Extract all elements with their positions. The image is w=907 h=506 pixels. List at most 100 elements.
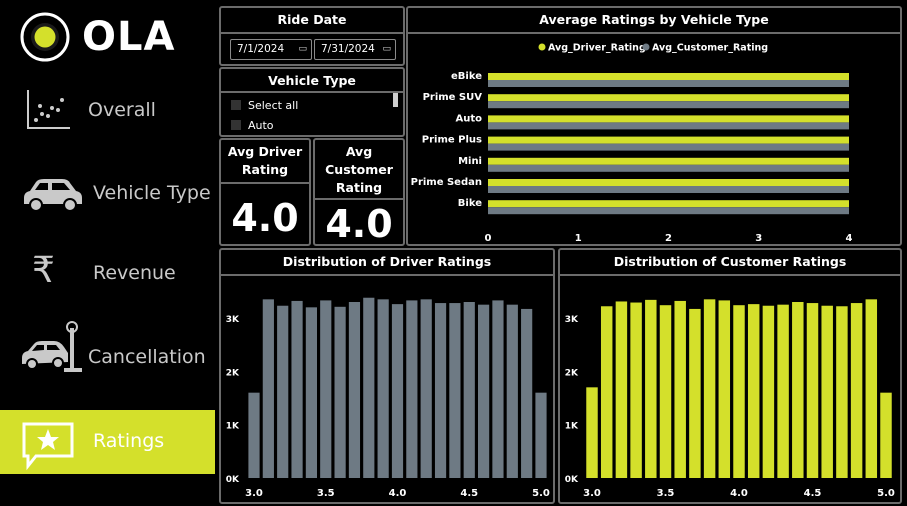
histogram-bar: [478, 304, 490, 478]
histogram-bar: [689, 308, 701, 478]
histogram-bar: [836, 306, 848, 478]
sidebar-item-overall[interactable]: Overall: [0, 80, 217, 146]
histogram-bar: [615, 301, 628, 478]
car-icon: [24, 179, 82, 212]
kpi-title-line: Avg Driver: [227, 144, 303, 159]
scrollbar[interactable]: [393, 93, 398, 107]
x-tick-label: 3.0: [583, 488, 601, 499]
sidebar-item-cancellation[interactable]: Cancellation: [0, 320, 217, 386]
end-date-input[interactable]: 7/31/2024 ▭: [314, 39, 396, 60]
sidebar-item-vehicle-type[interactable]: Vehicle Type: [0, 162, 217, 228]
y-tick-label: 2K: [226, 368, 240, 378]
customer-ratings-distribution-chart: Distribution of Customer Ratings 0K 1K 2K 3…: [558, 248, 902, 504]
checkbox[interactable]: [231, 120, 241, 130]
y-tick-label: 2K: [565, 368, 579, 378]
histogram-bar: [291, 300, 303, 478]
histogram-bar: [406, 300, 418, 478]
option-label: Auto: [248, 119, 274, 132]
histogram-bar: [586, 387, 598, 478]
kpi-value: 4.0: [325, 202, 393, 246]
y-tick-label: 3K: [565, 315, 579, 325]
y-tick-label: 1K: [565, 422, 579, 432]
scatter-chart-icon: [27, 90, 70, 129]
bar-avg-driver-rating: [488, 179, 849, 186]
bar-avg-driver-rating: [488, 136, 849, 144]
x-tick-label: 4.0: [389, 488, 407, 499]
histogram-bar: [747, 304, 760, 478]
histogram-bar: [248, 392, 260, 478]
customer-dist-svg: 0K 1K 2K 3K 3.0 3.5 4.0 4.5 5.0: [565, 299, 895, 499]
kpi-title: Avg Driver Rating: [221, 143, 309, 179]
x-tick-label: 4: [846, 233, 853, 244]
category-label: Prime Sedan: [411, 177, 482, 188]
histogram-bar: [463, 302, 475, 478]
x-tick-label: 3: [755, 233, 762, 244]
histogram-bar: [645, 299, 657, 478]
divider: [221, 32, 403, 34]
histogram-bar: [334, 306, 346, 478]
histogram-bar: [391, 304, 404, 478]
kpi-title-line: Rating: [241, 162, 289, 177]
chart-title: Distribution of Driver Ratings: [282, 254, 492, 269]
histogram-bar: [449, 303, 461, 478]
y-tick-label: 3K: [226, 315, 240, 325]
x-tick-label: 3.5: [657, 488, 675, 499]
vehicle-option-select-all[interactable]: Select all: [231, 99, 298, 112]
x-tick-label: 5.0: [532, 488, 550, 499]
sidebar-item-label: Ratings: [93, 430, 165, 452]
option-label: Select all: [248, 99, 299, 112]
ola-logo-icon: [20, 12, 70, 62]
kpi-value: 4.0: [231, 196, 299, 240]
histogram-bar: [674, 300, 686, 478]
bar-avg-driver-rating: [488, 157, 849, 165]
start-date-input[interactable]: 7/1/2024 ▭: [230, 39, 312, 60]
histogram-bar: [777, 304, 789, 478]
histogram-bar: [420, 299, 432, 478]
y-tick-label: 1K: [226, 422, 240, 432]
y-tick-label: 0K: [565, 475, 579, 485]
calendar-icon[interactable]: ▭: [298, 40, 307, 59]
histogram-bar: [630, 302, 642, 478]
bar-avg-customer-rating: [488, 80, 849, 87]
category-label: Mini: [458, 156, 482, 167]
histogram-bar: [880, 392, 892, 478]
vehicle-option-auto[interactable]: Auto: [231, 119, 274, 132]
ride-date-slicer: Ride Date 7/1/2024 ▭ 7/31/2024 ▭: [219, 6, 405, 66]
ola-logo: OLA: [20, 12, 210, 62]
sidebar-item-label: Overall: [88, 99, 156, 121]
histogram-bar: [320, 300, 332, 478]
category-label: Prime Plus: [422, 135, 482, 146]
histogram-bar: [363, 297, 375, 478]
sidebar-item-revenue[interactable]: ₹ Revenue: [0, 244, 217, 310]
category-label: eBike: [451, 71, 482, 82]
x-tick-label: 3.5: [317, 488, 335, 499]
category-label: Bike: [458, 198, 482, 209]
histogram-bar: [492, 300, 504, 478]
histogram-bar: [733, 305, 745, 478]
hbar-svg: Avg_Driver_Rating Avg_Customer_Rating eBik…: [411, 43, 853, 245]
calendar-icon[interactable]: ▭: [382, 40, 391, 59]
legend-marker: [538, 43, 546, 51]
bar-avg-customer-rating: [488, 164, 849, 172]
bar-avg-customer-rating: [488, 143, 849, 151]
histogram-bar: [806, 303, 819, 478]
histogram-bar: [434, 303, 447, 478]
ride-date-title: Ride Date: [277, 12, 347, 27]
x-tick-label: 4.5: [804, 488, 822, 499]
histogram-bar: [348, 302, 361, 478]
sidebar-item-ratings[interactable]: Ratings: [0, 410, 215, 474]
histogram-bar: [850, 303, 863, 478]
car-crash-icon: [22, 321, 82, 372]
y-tick-label: 0K: [226, 475, 240, 485]
legend-label: Avg_Driver_Rating: [548, 43, 646, 54]
histogram-bar: [305, 307, 317, 478]
histogram-bar: [262, 299, 274, 478]
kpi-avg-customer-rating: Avg Customer Rating 4.0: [313, 138, 405, 246]
divider: [221, 91, 403, 93]
legend-label: Avg_Customer_Rating: [652, 43, 768, 54]
kpi-title-line: Rating: [335, 180, 383, 195]
end-date-value: 7/31/2024: [321, 43, 375, 55]
start-date-value: 7/1/2024: [237, 43, 285, 55]
chart-title: Average Ratings by Vehicle Type: [539, 12, 769, 27]
checkbox[interactable]: [231, 100, 241, 110]
